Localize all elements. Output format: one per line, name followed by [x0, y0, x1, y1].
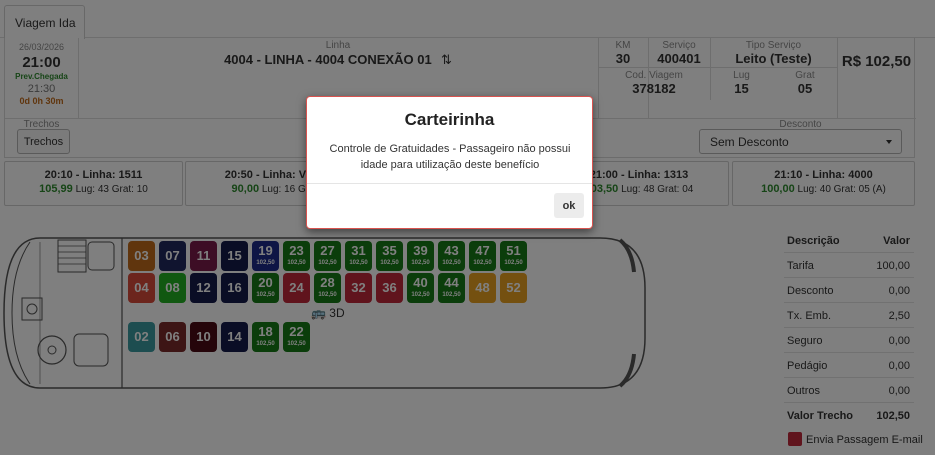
modal-divider	[307, 183, 592, 184]
ok-button[interactable]: ok	[554, 193, 584, 218]
modal-title: Carteirinha	[404, 110, 495, 129]
modal-message: Controle de Gratuidades - Passageiro não…	[329, 143, 571, 171]
carteirinha-modal: Carteirinha Controle de Gratuidades - Pa…	[306, 96, 593, 229]
